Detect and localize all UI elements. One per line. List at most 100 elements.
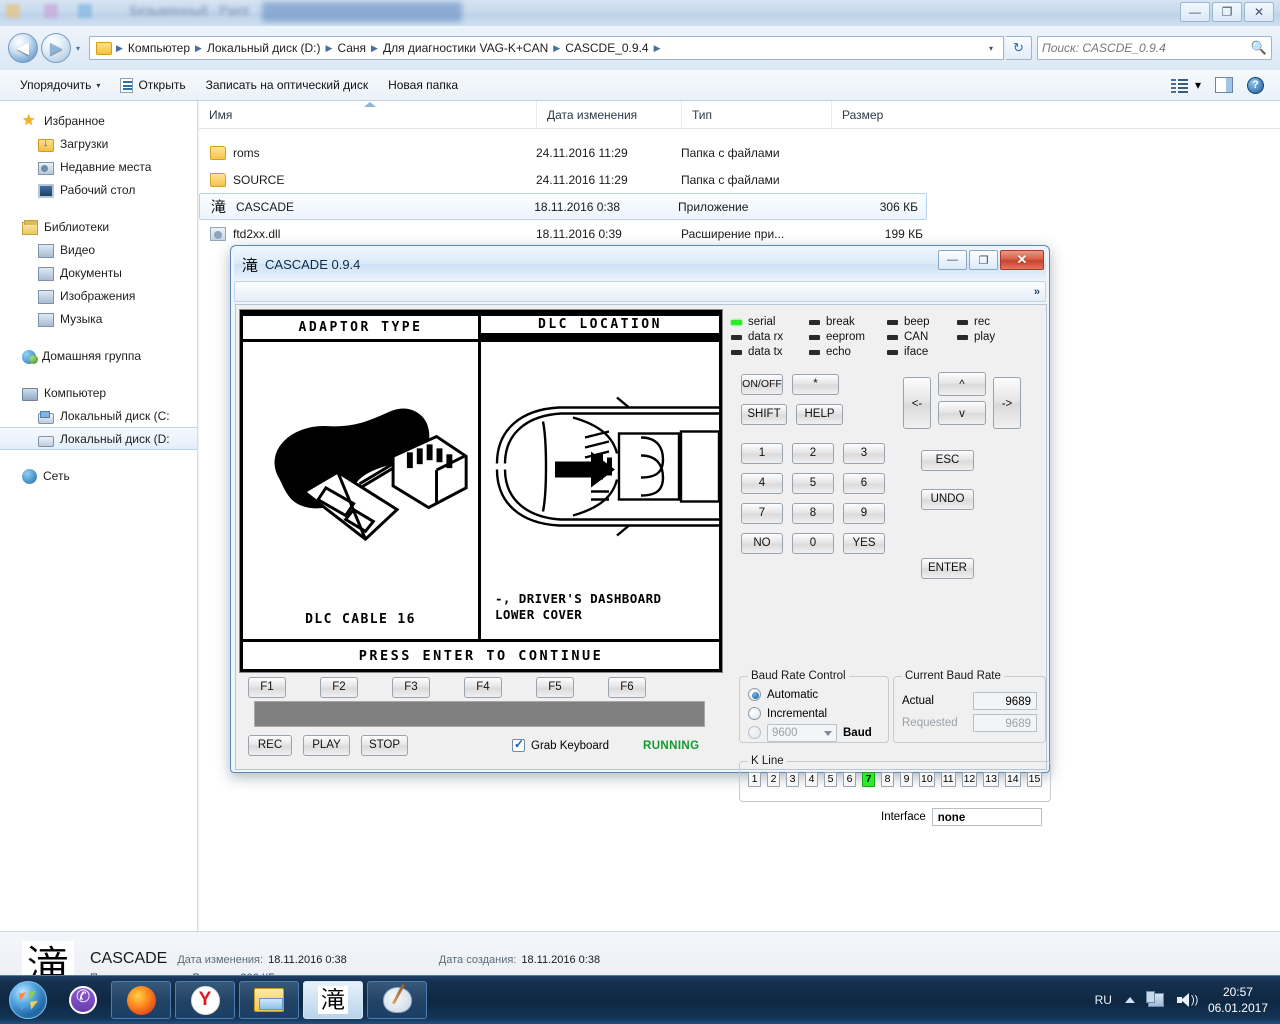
no-button[interactable]: NO — [741, 533, 783, 554]
f4-button[interactable]: F4 — [464, 677, 502, 698]
breadcrumb-separator-1[interactable]: ▶ — [193, 43, 204, 54]
sidebar-item-documents[interactable]: Документы — [0, 261, 197, 284]
toolbar-overflow-icon[interactable]: » — [1034, 286, 1040, 298]
navigation-pane[interactable]: Избранное Загрузки Недавние места Рабочи… — [0, 101, 198, 931]
kline-cell-14[interactable]: 14 — [1004, 772, 1021, 787]
table-row[interactable]: 滝 CASCADE 18.11.2016 0:38 Приложение 306… — [199, 193, 927, 220]
kline-cell-10[interactable]: 10 — [919, 772, 935, 787]
cascade-close-button[interactable]: ✕ — [1000, 250, 1044, 270]
kline-cell-12[interactable]: 12 — [961, 772, 978, 787]
column-header-size[interactable]: Размер — [831, 101, 931, 129]
sidebar-item-downloads[interactable]: Загрузки — [0, 132, 197, 155]
key-4-button[interactable]: 4 — [741, 473, 783, 494]
sidebar-item-homegroup[interactable]: Домашняя группа — [0, 344, 197, 367]
kline-cell-5[interactable]: 5 — [824, 772, 837, 787]
sidebar-item-pictures[interactable]: Изображения — [0, 284, 197, 307]
cascade-minimize-button[interactable]: — — [938, 250, 967, 270]
kline-cell-8[interactable]: 8 — [881, 772, 894, 787]
checkbox-icon[interactable] — [512, 737, 525, 752]
forward-button[interactable]: ▶ — [41, 33, 71, 63]
esc-button[interactable]: ESC — [921, 450, 974, 471]
language-indicator[interactable]: RU — [1095, 993, 1112, 1007]
radio-manual-baud[interactable]: 9600 Baud — [748, 723, 880, 742]
key-3-button[interactable]: 3 — [843, 443, 885, 464]
down-arrow-button[interactable]: v — [938, 401, 986, 425]
network-icon[interactable] — [1145, 991, 1164, 1007]
sidebar-item-desktop[interactable]: Рабочий стол — [0, 178, 197, 201]
sidebar-item-recent-places[interactable]: Недавние места — [0, 155, 197, 178]
kline-cell-6[interactable]: 6 — [843, 772, 856, 787]
breadcrumb-item-3[interactable]: Для диагностики VAG-K+CAN — [380, 40, 551, 56]
key-6-button[interactable]: 6 — [843, 473, 885, 494]
radio-incremental[interactable]: Incremental — [748, 704, 880, 723]
star-button[interactable]: * — [792, 374, 839, 395]
sidebar-item-network[interactable]: Сеть — [0, 464, 197, 487]
sidebar-item-libraries[interactable]: Библиотеки — [0, 215, 197, 238]
recent-locations-caret[interactable]: ▾ — [71, 44, 85, 53]
key-1-button[interactable]: 1 — [741, 443, 783, 464]
radio-icon[interactable] — [748, 726, 761, 739]
breadcrumb-item-1[interactable]: Локальный диск (D:) — [204, 40, 324, 56]
back-button[interactable]: ◀ — [8, 33, 38, 63]
key-2-button[interactable]: 2 — [792, 443, 834, 464]
key-9-button[interactable]: 9 — [843, 503, 885, 524]
refresh-icon[interactable]: ↻ — [1006, 36, 1032, 60]
breadcrumb-separator-2[interactable]: ▶ — [324, 43, 335, 54]
search-input[interactable]: Поиск: CASCDE_0.9.4 🔍 — [1037, 36, 1272, 60]
breadcrumb[interactable]: ▶ Компьютер ▶ Локальный диск (D:) ▶ Саня… — [89, 36, 1004, 60]
start-button[interactable] — [1, 978, 55, 1022]
kline-cell-2[interactable]: 2 — [767, 772, 780, 787]
kline-cell-15[interactable]: 15 — [1026, 772, 1043, 787]
cascade-window[interactable]: 滝 CASCADE 0.9.4 — ❐ ✕ » ADAPTOR TYPE DLC… — [230, 245, 1052, 826]
radio-icon[interactable] — [748, 707, 761, 720]
taskbar-item-explorer[interactable] — [239, 981, 299, 1019]
taskbar-item-firefox[interactable] — [111, 981, 171, 1019]
open-button[interactable]: Открыть — [110, 75, 195, 96]
sidebar-item-drive-c[interactable]: Локальный диск (C: — [0, 404, 197, 427]
column-header-date[interactable]: Дата изменения — [536, 101, 681, 129]
new-folder-button[interactable]: Новая папка — [378, 75, 468, 95]
column-header-name[interactable]: Имя — [199, 101, 536, 129]
table-row[interactable]: ftd2xx.dll 18.11.2016 0:39 Расширение пр… — [199, 220, 1280, 247]
taskbar-item-paint[interactable] — [367, 981, 427, 1019]
cascade-toolbar[interactable]: » — [234, 281, 1046, 302]
onoff-button[interactable]: ON/OFF — [741, 374, 783, 395]
kline-cell-11[interactable]: 11 — [940, 772, 956, 787]
f6-button[interactable]: F6 — [608, 677, 646, 698]
f1-button[interactable]: F1 — [248, 677, 286, 698]
key-0-button[interactable]: 0 — [792, 533, 834, 554]
breadcrumb-separator-4[interactable]: ▶ — [551, 43, 562, 54]
stop-button[interactable]: STOP — [361, 735, 408, 756]
baud-select[interactable]: 9600 — [767, 723, 837, 742]
kline-cell-3[interactable]: 3 — [786, 772, 799, 787]
key-7-button[interactable]: 7 — [741, 503, 783, 524]
yes-button[interactable]: YES — [843, 533, 885, 554]
breadcrumb-separator-3[interactable]: ▶ — [369, 43, 380, 54]
cascade-maximize-button[interactable]: ❐ — [969, 250, 998, 270]
breadcrumb-item-4[interactable]: CASCDE_0.9.4 — [562, 40, 651, 56]
search-icon[interactable]: 🔍 — [1251, 40, 1267, 56]
help-button[interactable]: HELP — [796, 404, 843, 425]
volume-icon[interactable]: )) — [1176, 993, 1198, 1007]
kline-cell-9[interactable]: 9 — [900, 772, 913, 787]
bg-minimize-button[interactable]: — — [1180, 2, 1210, 22]
shift-button[interactable]: SHIFT — [741, 404, 787, 425]
f3-button[interactable]: F3 — [392, 677, 430, 698]
preview-pane-icon[interactable] — [1215, 77, 1233, 93]
kline-cell-13[interactable]: 13 — [983, 772, 999, 787]
play-button[interactable]: PLAY — [303, 735, 350, 756]
sidebar-item-favorites[interactable]: Избранное — [0, 109, 197, 132]
enter-button[interactable]: ENTER — [921, 558, 974, 579]
grab-keyboard-checkbox[interactable]: Grab Keyboard — [512, 737, 609, 752]
bg-maximize-button[interactable]: ❐ — [1212, 2, 1242, 22]
undo-button[interactable]: UNDO — [921, 489, 974, 510]
kline-cell-4[interactable]: 4 — [805, 772, 818, 787]
breadcrumb-separator-5[interactable]: ▶ — [652, 43, 663, 54]
burn-to-disc-button[interactable]: Записать на оптический диск — [196, 75, 379, 95]
change-view-button[interactable]: ▾ — [1170, 78, 1201, 93]
breadcrumb-item-2[interactable]: Саня — [334, 40, 369, 56]
chevron-down-icon[interactable]: ▾ — [985, 44, 999, 53]
taskbar-item-cascade[interactable]: 滝 — [303, 981, 363, 1019]
bg-close-button[interactable]: ✕ — [1244, 2, 1274, 22]
radio-icon[interactable] — [748, 688, 761, 701]
